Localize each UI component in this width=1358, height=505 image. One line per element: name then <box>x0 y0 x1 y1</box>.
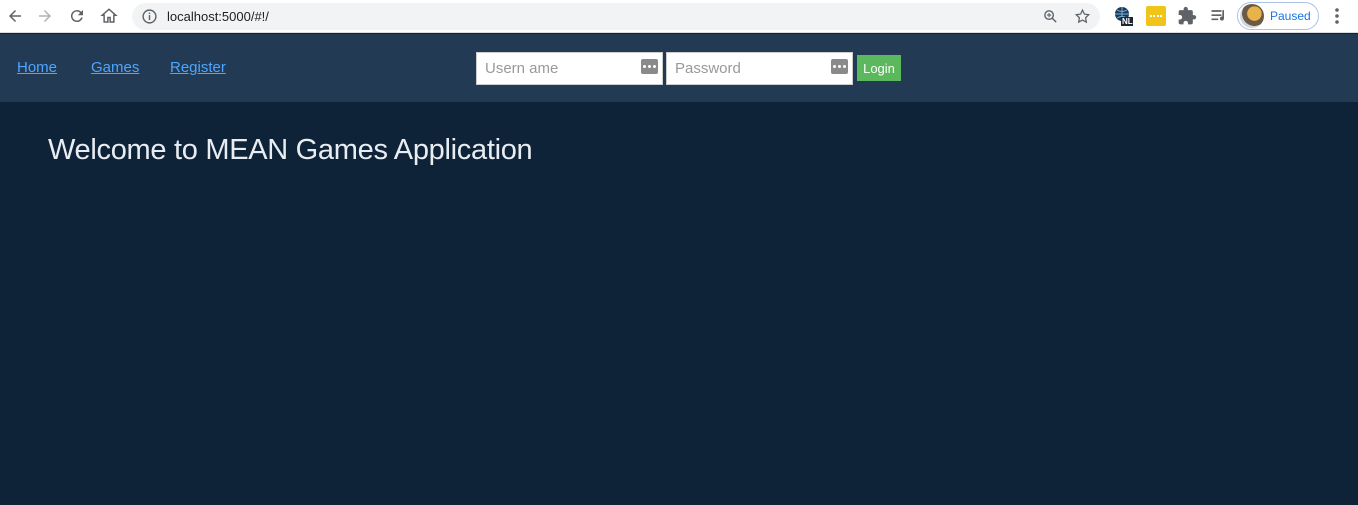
password-manager-extension-icon[interactable] <box>1146 6 1166 26</box>
extension-badge: NL <box>1122 17 1133 26</box>
login-button[interactable]: Login <box>857 55 901 81</box>
nav-link-games[interactable]: Games <box>91 59 139 76</box>
reload-button[interactable] <box>65 4 89 28</box>
nav-link-register[interactable]: Register <box>170 59 226 76</box>
username-field-wrapper <box>476 52 663 85</box>
app-header: Home Games Register Login <box>0 34 1358 102</box>
back-arrow-icon <box>9 10 21 22</box>
media-control-icon[interactable] <box>1209 6 1229 26</box>
password-manager-key-icon[interactable] <box>831 59 848 74</box>
forward-arrow-icon <box>39 10 51 22</box>
forward-button[interactable] <box>33 4 57 28</box>
browser-menu-icon[interactable] <box>1328 6 1346 26</box>
page-title: Welcome to MEAN Games Application <box>48 134 533 166</box>
nav-link-home[interactable]: Home <box>17 59 57 76</box>
password-input[interactable] <box>667 53 817 84</box>
address-bar[interactable]: localhost:5000/#!/ <box>132 3 1100 30</box>
browser-toolbar: localhost:5000/#!/ NL Paused <box>0 0 1358 33</box>
info-icon[interactable] <box>141 8 158 25</box>
back-button[interactable] <box>3 4 27 28</box>
bookmark-star-icon[interactable] <box>1074 8 1091 25</box>
profile-status: Paused <box>1270 9 1311 23</box>
home-icon <box>100 8 118 23</box>
reload-icon <box>70 10 83 23</box>
zoom-icon[interactable] <box>1042 8 1059 25</box>
profile-avatar <box>1240 4 1264 28</box>
extensions-puzzle-icon[interactable] <box>1177 6 1197 26</box>
password-field-wrapper <box>666 52 853 85</box>
home-button[interactable] <box>97 4 121 28</box>
password-manager-key-icon[interactable] <box>641 59 658 74</box>
url-text[interactable]: localhost:5000/#!/ <box>167 9 269 24</box>
profile-chip[interactable]: Paused <box>1237 2 1319 30</box>
username-input[interactable] <box>477 53 627 84</box>
